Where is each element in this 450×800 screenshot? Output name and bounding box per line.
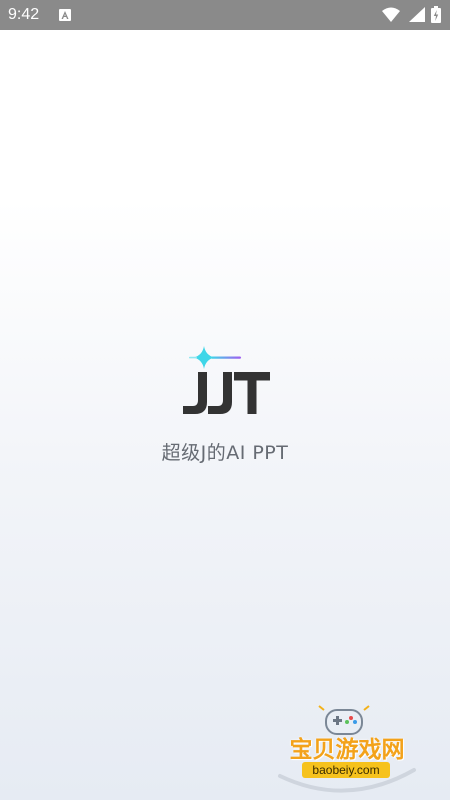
status-time: 9:42 <box>8 6 40 23</box>
jjt-logo <box>183 346 270 414</box>
watermark-url-badge: baobeiy.com <box>302 762 390 778</box>
status-bar: 9:42 <box>0 0 450 30</box>
app-tagline: 超级J的AI PPT <box>161 442 289 464</box>
wifi-icon <box>382 7 400 22</box>
splash-screen: 超级J的AI PPT <box>0 30 450 800</box>
signal-icon <box>409 7 425 22</box>
a-notification-icon <box>59 9 71 21</box>
sparkle-icon <box>194 346 214 369</box>
battery-icon <box>431 6 441 23</box>
watermark-url: baobeiy.com <box>312 763 380 777</box>
site-watermark: 宝贝游戏网 baobeiy.com <box>272 700 422 796</box>
